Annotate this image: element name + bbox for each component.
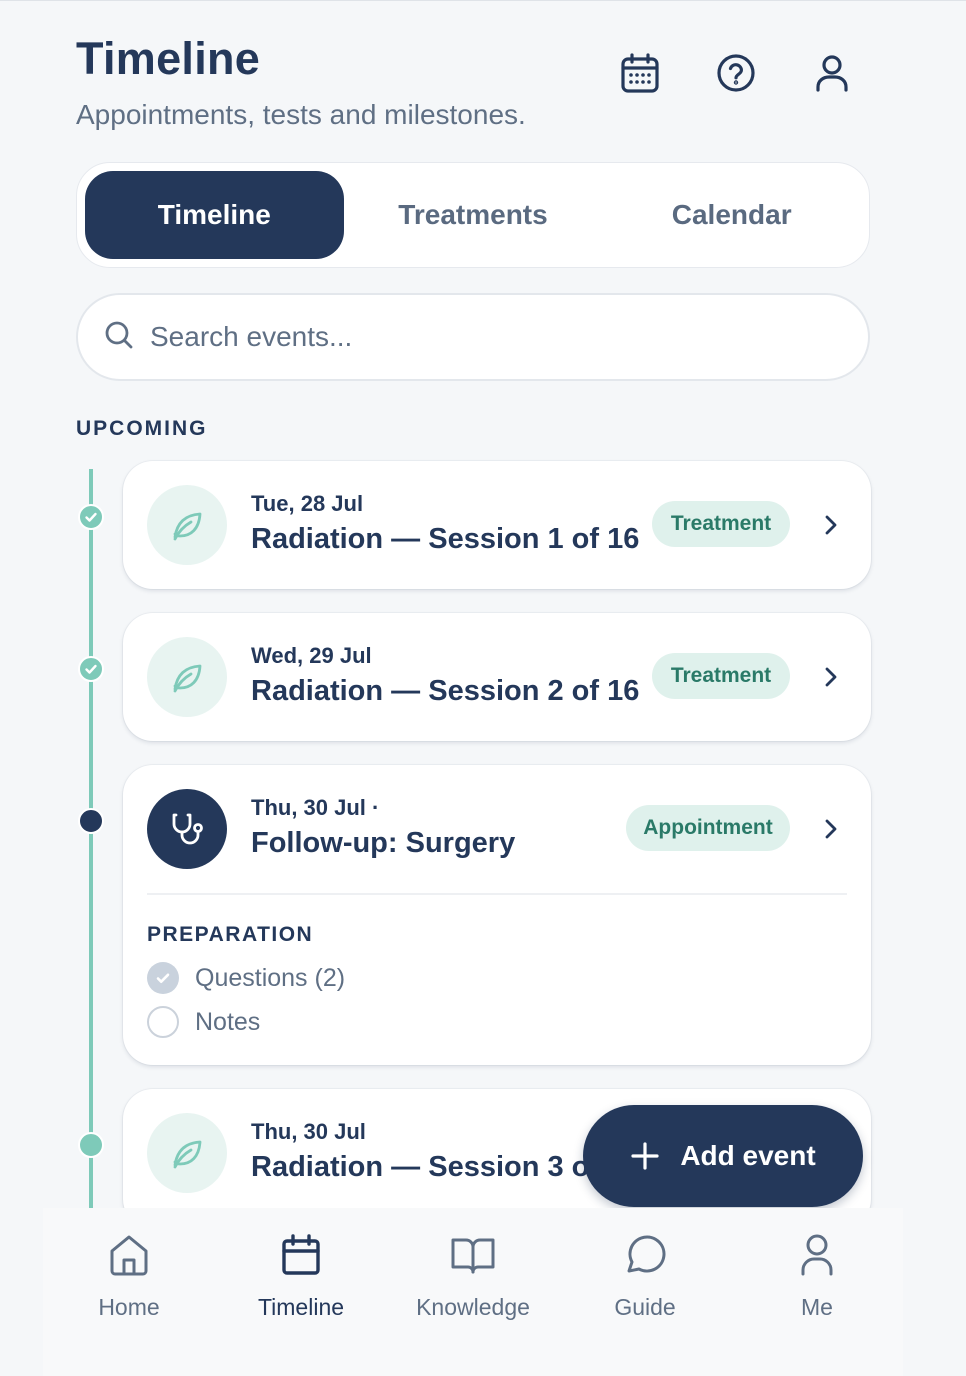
plus-icon [631,1142,659,1170]
event-card[interactable]: Tue, 28 Jul Radiation — Session 1 of 16 … [123,461,871,589]
event-date: Wed, 29 Jul [251,643,372,668]
tab-treatments[interactable]: Treatments [344,171,603,259]
page-subtitle: Appointments, tests and milestones. [76,99,526,130]
prep-item-notes[interactable]: Notes [147,1006,260,1038]
chat-bubble-icon [623,1230,667,1280]
nav-item-home[interactable]: Home [43,1208,215,1376]
timeline-node-current [78,808,104,834]
event-type-badge: Appointment [626,805,790,851]
nav-label: Knowledge [416,1294,530,1320]
add-event-button[interactable]: Add event [583,1105,863,1207]
timeline-node-done [78,504,104,530]
search-input[interactable] [150,321,770,353]
nav-item-guide[interactable]: Guide [559,1208,731,1376]
chevron-right-icon[interactable] [819,663,843,691]
event-type-badge: Treatment [652,653,790,699]
search-bar [76,293,870,381]
leaf-icon [147,1113,227,1193]
timeline-rail [89,469,93,1209]
checkbox-empty-icon[interactable] [147,1006,179,1038]
section-label-upcoming: UPCOMING [76,417,208,440]
stethoscope-icon [147,789,227,869]
tab-timeline[interactable]: Timeline [85,171,344,259]
timeline-node-done [78,656,104,682]
event-card[interactable]: Wed, 29 Jul Radiation — Session 2 of 16 … [123,613,871,741]
profile-icon [799,1230,835,1280]
calendar-icon [280,1230,322,1280]
search-icon [104,320,134,355]
leaf-icon [147,485,227,565]
chevron-right-icon[interactable] [819,815,843,843]
bottom-nav: Home Timeline Knowledge Guide Me [43,1208,903,1376]
event-date: Thu, 30 Jul [251,1119,366,1144]
nav-item-timeline[interactable]: Timeline [215,1208,387,1376]
check-icon [85,664,97,674]
event-title: Radiation — Session 3 of 16 [251,1151,640,1183]
nav-label: Me [801,1294,833,1320]
checkbox-checked-icon[interactable] [147,962,179,994]
event-title: Radiation — Session 1 of 16 [251,523,640,555]
leaf-icon [147,637,227,717]
help-icon[interactable] [712,49,760,97]
preparation-label: PREPARATION [147,923,314,946]
timeline-node-upcoming [78,1132,104,1158]
prep-item-label: Questions (2) [195,963,346,992]
view-tabs: Timeline Treatments Calendar [76,162,870,268]
nav-label: Timeline [257,1294,345,1320]
event-date: Tue, 28 Jul [251,491,364,516]
prep-item-questions[interactable]: Questions (2) [147,962,345,994]
check-icon [85,512,97,522]
profile-icon[interactable] [808,49,856,97]
prep-item-label: Notes [195,1007,261,1036]
event-title: Radiation — Session 2 of 16 [251,675,640,707]
nav-label: Guide [614,1294,676,1320]
nav-item-me[interactable]: Me [731,1208,903,1376]
event-date: Thu, 30 Jul · [251,795,380,820]
event-title: Follow-up: Surgery [251,827,516,859]
event-card-expanded[interactable]: Thu, 30 Jul · Follow-up: Surgery Appoint… [123,765,871,1065]
nav-item-knowledge[interactable]: Knowledge [387,1208,559,1376]
chevron-right-icon[interactable] [819,511,843,539]
tab-calendar[interactable]: Calendar [602,171,861,259]
divider [147,893,847,895]
event-type-badge: Treatment [652,501,790,547]
home-icon [108,1230,150,1280]
book-icon [450,1230,496,1280]
page-title: Timeline [76,33,261,84]
nav-label: Home [98,1294,160,1320]
calendar-icon[interactable] [616,49,664,97]
add-event-label: Add event [680,1140,816,1171]
